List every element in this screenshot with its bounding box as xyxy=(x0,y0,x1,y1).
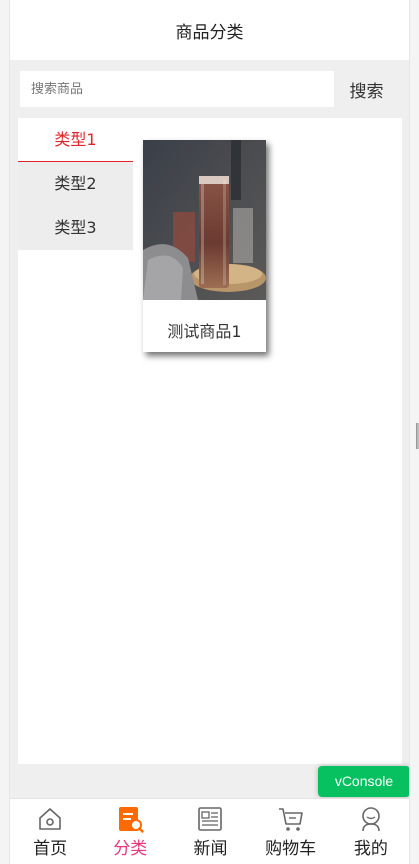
bottom-tabbar: 首页 分类 新闻 购物车 我的 xyxy=(10,798,409,864)
goods-list: 测试商品1 xyxy=(133,118,402,764)
tab-profile[interactable]: 我的 xyxy=(331,799,409,859)
search-bar: 搜索 xyxy=(10,60,409,118)
tab-label: 分类 xyxy=(113,839,148,859)
tab-label: 首页 xyxy=(33,839,68,859)
category-list: 类型1 类型2 类型3 xyxy=(18,118,133,764)
search-input[interactable] xyxy=(20,71,334,107)
category-icon xyxy=(119,807,144,833)
goods-name: 测试商品1 xyxy=(167,322,242,341)
profile-icon xyxy=(362,807,380,832)
goods-card[interactable]: 测试商品1 xyxy=(143,140,266,352)
goods-image xyxy=(143,140,266,300)
tab-label: 购物车 xyxy=(265,839,317,859)
page-header: 商品分类 xyxy=(10,0,409,60)
search-button[interactable]: 搜索 xyxy=(334,77,399,102)
cart-icon xyxy=(278,808,303,831)
category-item-2[interactable]: 类型2 xyxy=(18,162,133,206)
news-icon xyxy=(198,807,223,831)
tab-cart[interactable]: 购物车 xyxy=(251,799,331,859)
category-item-1[interactable]: 类型1 xyxy=(18,118,133,162)
category-item-3[interactable]: 类型3 xyxy=(18,206,133,250)
app-frame: 商品分类 搜索 类型1 类型2 类型3 xyxy=(9,0,410,864)
home-icon xyxy=(39,808,61,830)
page-title: 商品分类 xyxy=(175,22,244,43)
vconsole-button[interactable]: vConsole xyxy=(318,766,409,797)
category-content: 类型1 类型2 类型3 测试商品1 xyxy=(18,118,402,764)
tab-category[interactable]: 分类 xyxy=(90,799,170,859)
tab-label: 新闻 xyxy=(193,839,228,859)
tab-news[interactable]: 新闻 xyxy=(170,799,250,859)
tab-label: 我的 xyxy=(353,839,388,859)
tab-home[interactable]: 首页 xyxy=(10,799,90,859)
